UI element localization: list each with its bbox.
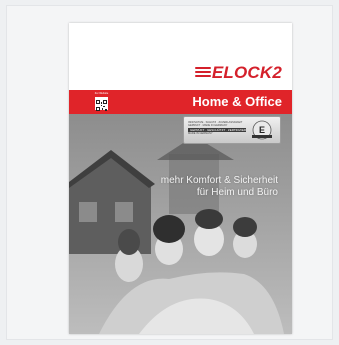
badge-made: MADE IN GERMANY	[188, 132, 213, 136]
brochure-cover: ELOCK2 Zur Website Home & Office INNOVAT…	[69, 23, 292, 334]
quality-badge: INNOVATIVE · SCHUTZ · ZUVERLÄSSIGKEIT GE…	[183, 116, 281, 144]
tagline-line-2: für Heim und Büro	[196, 187, 278, 198]
svg-text:E: E	[259, 125, 265, 135]
tagline: mehr Komfort & Sicherheit für Heim und B…	[161, 175, 278, 199]
tagline-line-1: mehr Komfort & Sicherheit	[160, 175, 278, 186]
logo-stripes-icon	[194, 66, 211, 80]
qr-block: Zur Website	[93, 92, 110, 112]
qr-caption: Zur Website	[94, 92, 109, 95]
certification-seal-icon: E	[248, 120, 276, 140]
badge-line-2: GEPRÜFT · MADE IN GERMANY	[188, 124, 228, 128]
family-house-photo: INNOVATIVE · SCHUTZ · ZUVERLÄSSIGKEIT GE…	[69, 114, 292, 334]
brochure-title: Home & Office	[192, 94, 282, 109]
brand-logo: ELOCK2	[194, 63, 282, 82]
logo-text: ELOCK2	[211, 63, 282, 82]
title-band: Zur Website Home & Office	[69, 90, 292, 114]
qr-code-icon	[95, 97, 108, 111]
